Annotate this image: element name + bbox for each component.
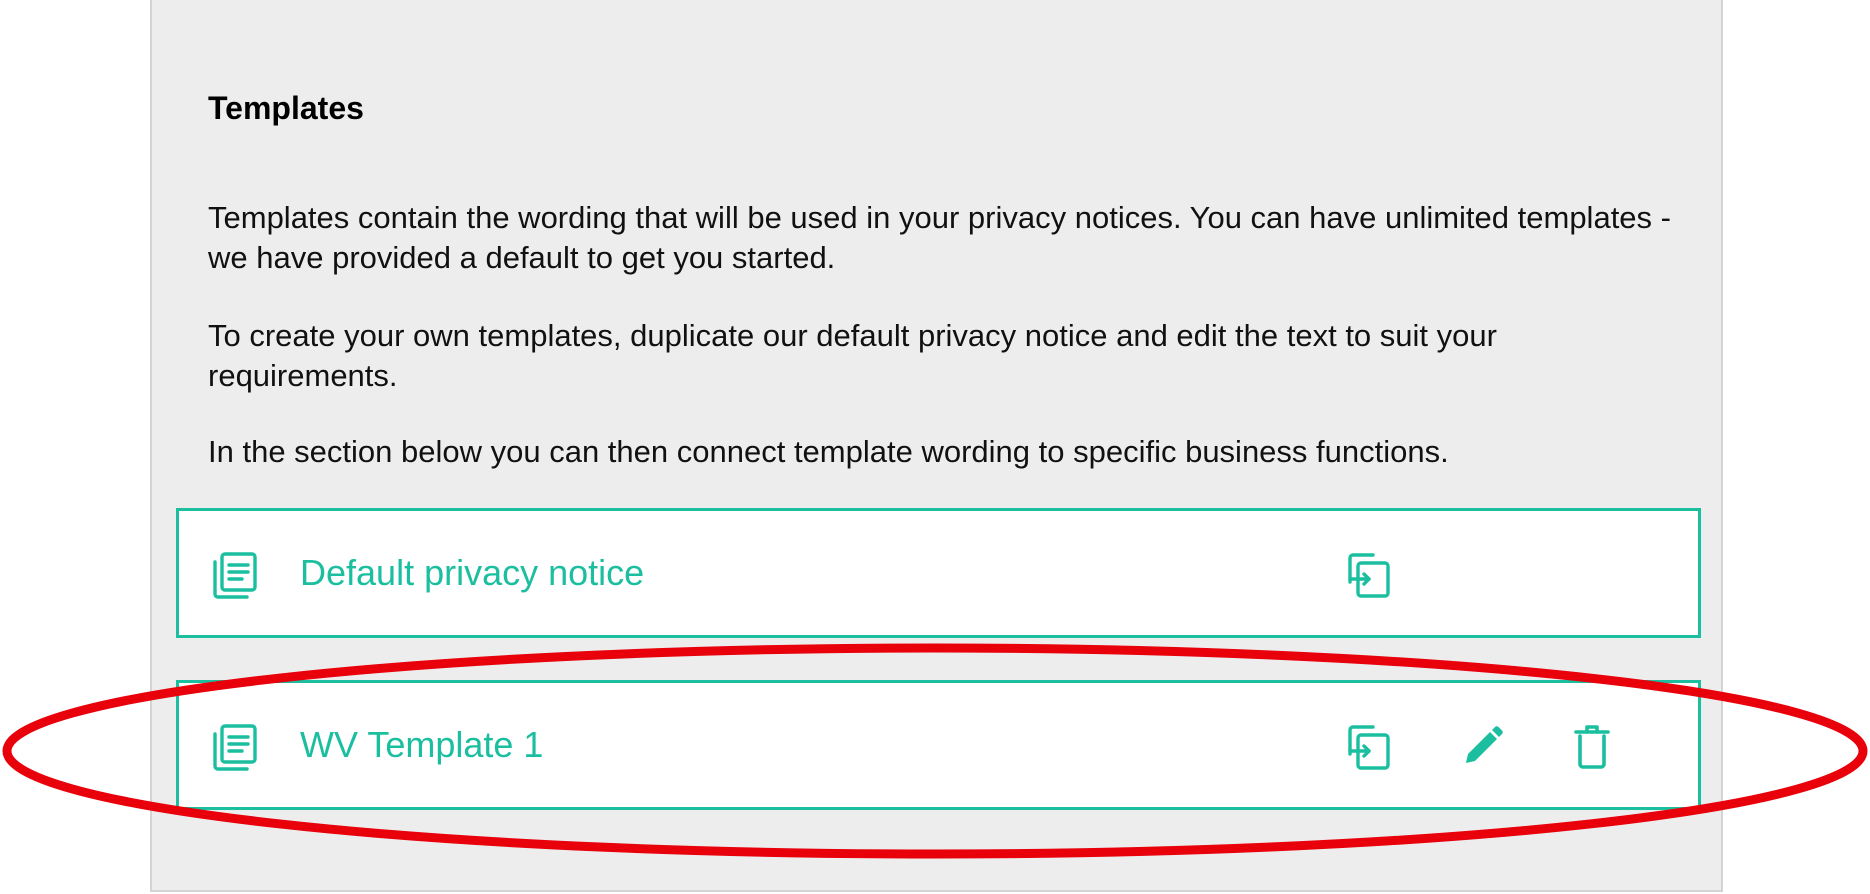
document-stack-icon <box>209 723 259 773</box>
screenshot-stage: Templates Templates contain the wording … <box>0 0 1870 894</box>
instructions-paragraph: To create your own templates, duplicate … <box>208 318 1497 393</box>
template-row-wv[interactable]: WV Template 1 <box>176 680 1701 810</box>
templates-panel: Templates Templates contain the wording … <box>150 0 1723 892</box>
template-name[interactable]: WV Template 1 <box>300 723 543 767</box>
trash-icon[interactable] <box>1564 719 1620 775</box>
section-title: Templates <box>208 90 364 126</box>
pencil-icon[interactable] <box>1454 719 1510 775</box>
duplicate-icon[interactable] <box>1341 719 1397 775</box>
intro-paragraph: Templates contain the wording that will … <box>208 200 1671 275</box>
connect-paragraph: In the section below you can then connec… <box>208 434 1449 469</box>
duplicate-icon[interactable] <box>1341 547 1397 603</box>
template-row-default[interactable]: Default privacy notice <box>176 508 1701 638</box>
document-stack-icon <box>209 551 259 601</box>
template-name[interactable]: Default privacy notice <box>300 551 644 595</box>
